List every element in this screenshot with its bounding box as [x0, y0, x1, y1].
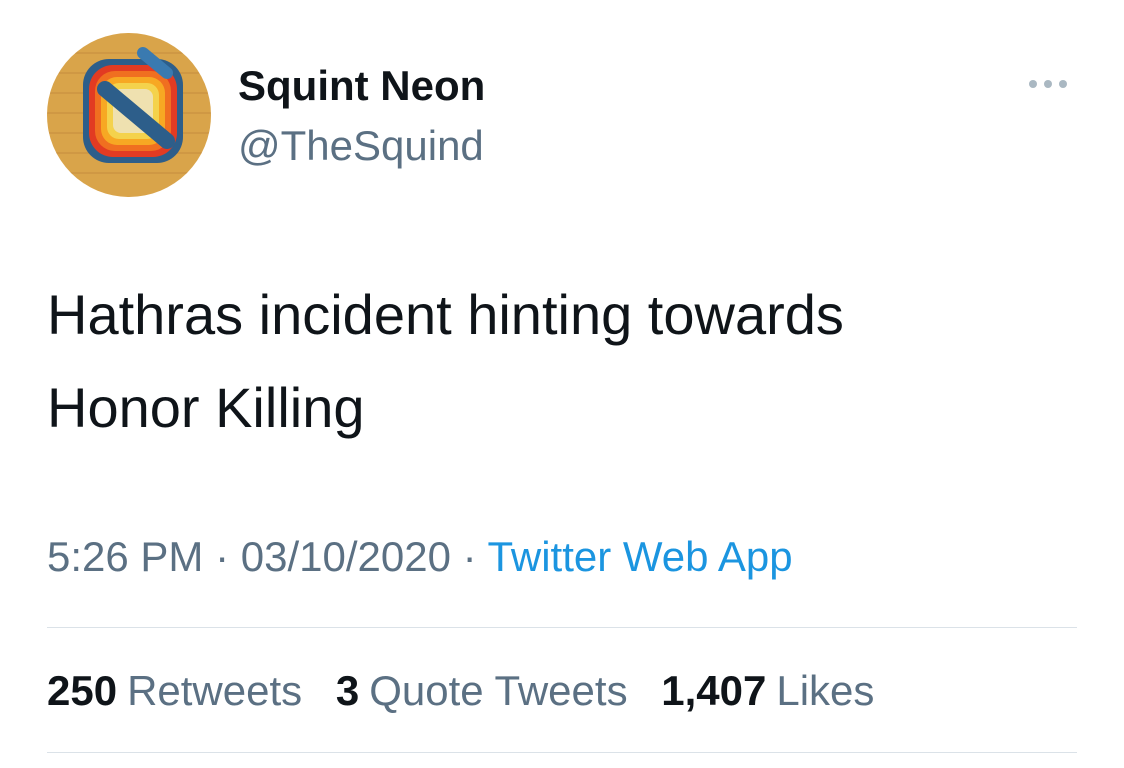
retweets-count: 250 — [47, 667, 118, 714]
tweet-stats: 250 Retweets 3 Quote Tweets 1,407 Likes — [47, 665, 896, 717]
author-display-name[interactable]: Squint Neon — [238, 60, 485, 112]
tweet-text: Hathras incident hinting towards Honor K… — [47, 283, 844, 439]
separator: · — [203, 533, 241, 580]
quote-tweets-label: Quote Tweets — [369, 667, 628, 714]
likes-label: Likes — [776, 667, 875, 714]
tweet-source-link[interactable]: Twitter Web App — [488, 533, 793, 580]
tweet-date[interactable]: 03/10/2020 — [241, 533, 451, 580]
quote-tweets-count: 3 — [335, 667, 360, 714]
more-dots-icon — [1029, 80, 1067, 88]
tweet-time[interactable]: 5:26 PM — [47, 533, 203, 580]
avatar[interactable] — [47, 33, 211, 197]
separator: · — [450, 533, 488, 580]
likes-stat[interactable]: 1,407 Likes — [661, 665, 874, 717]
likes-count: 1,407 — [661, 667, 767, 714]
divider — [47, 627, 1077, 628]
divider — [47, 752, 1077, 753]
more-options-button[interactable] — [1022, 64, 1074, 104]
squint-neon-logo-icon — [47, 33, 211, 197]
tweet-metadata: 5:26 PM · 03/10/2020 · Twitter Web App — [47, 531, 793, 583]
author-handle[interactable]: @TheSquind — [238, 120, 484, 172]
retweets-label: Retweets — [127, 667, 303, 714]
retweets-stat[interactable]: 250 Retweets — [47, 665, 302, 717]
quote-tweets-stat[interactable]: 3 Quote Tweets — [336, 665, 628, 717]
